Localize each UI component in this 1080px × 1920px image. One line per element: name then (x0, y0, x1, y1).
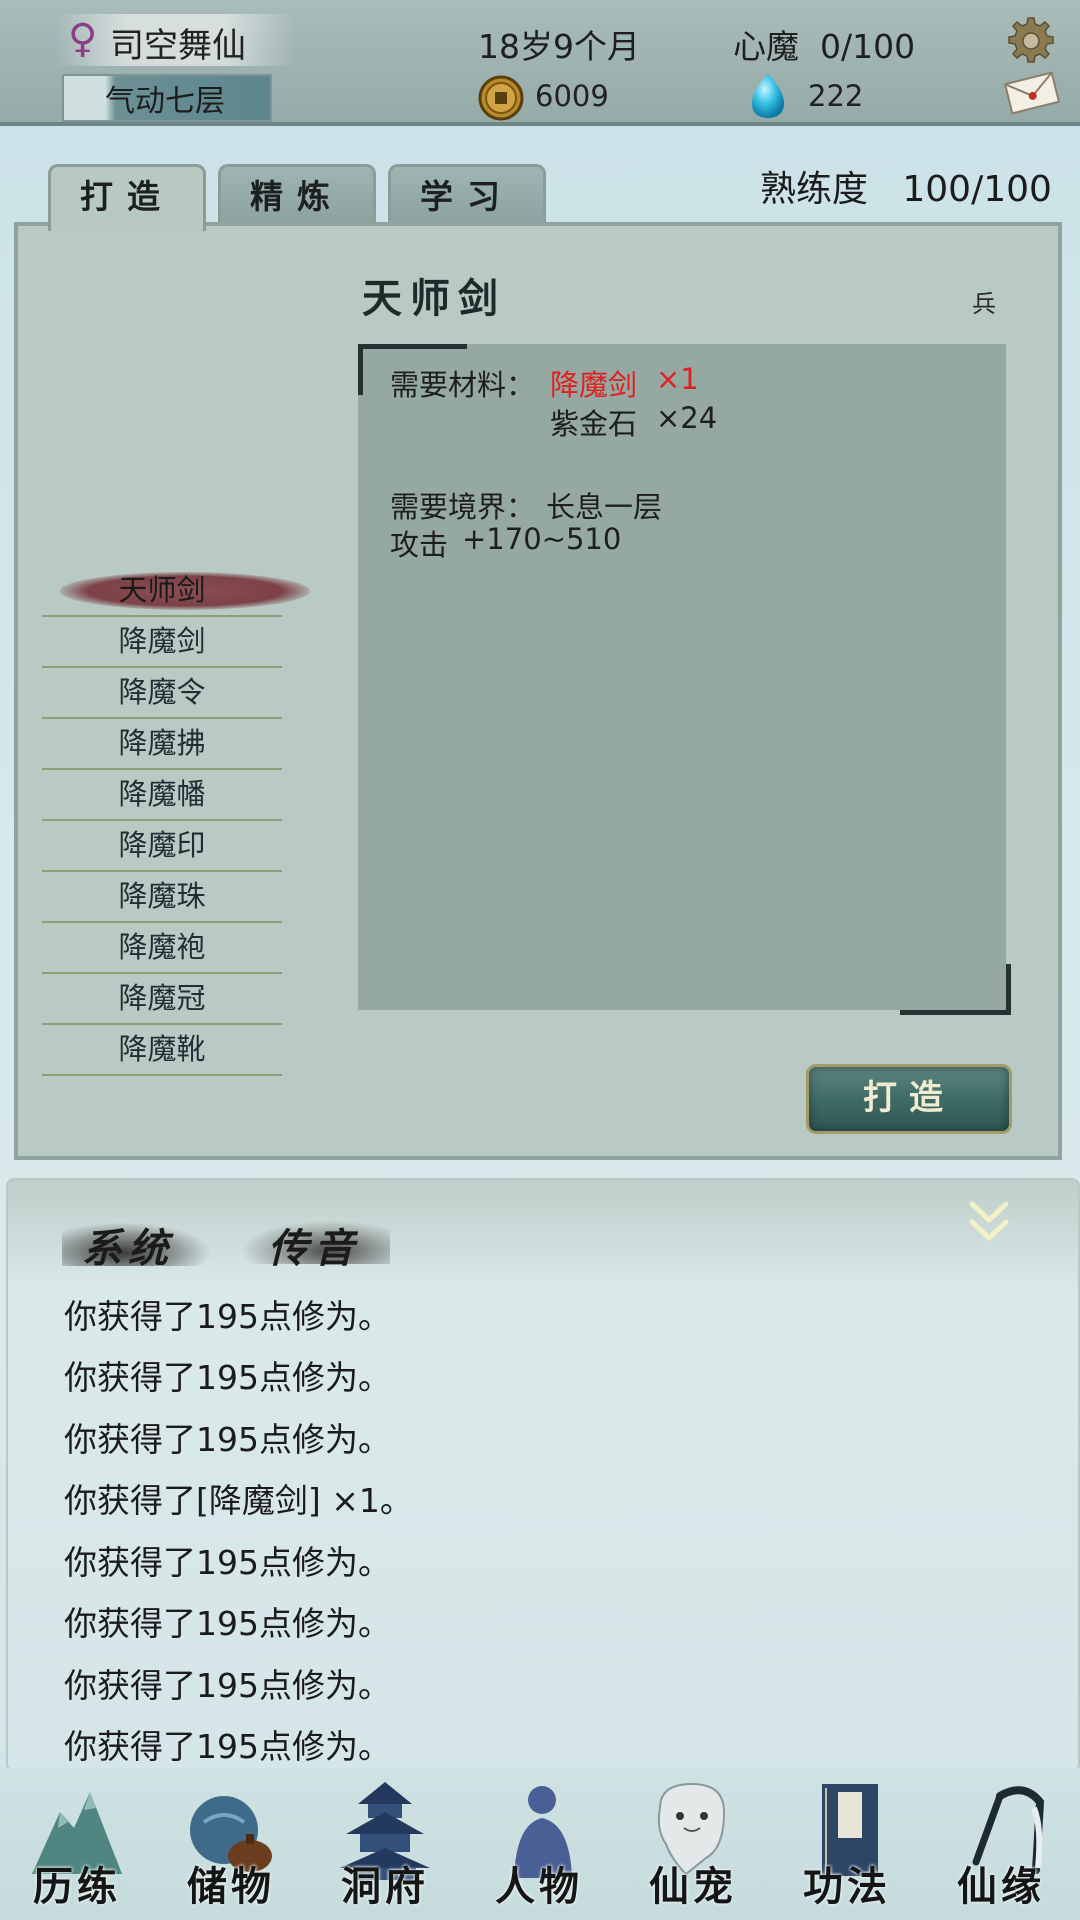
recipe-label: 降魔印 (118, 828, 206, 862)
nav-spirit-pet[interactable]: 仙宠 (616, 1768, 770, 1920)
heart-demon-label: 心魔 (733, 27, 799, 66)
nav-training[interactable]: 历练 (0, 1768, 154, 1920)
nav-label: 洞府 (341, 1863, 429, 1910)
recipe-label: 降魔珠 (118, 879, 206, 913)
detail-corner-bottom-right (900, 964, 1011, 1015)
proficiency-label: 熟练度 (760, 169, 869, 210)
spirit-stone-count: 222 (808, 79, 864, 113)
realm-requirement: 长息一层 (546, 490, 663, 524)
realm-requirement-label: 需要境界： (390, 490, 536, 524)
recipe-label: 降魔靴 (118, 1032, 206, 1066)
item-type-badge: 兵 (972, 290, 996, 318)
spirit-stone-icon (752, 74, 784, 118)
attack-label: 攻击 (390, 528, 449, 562)
chat-message: 你获得了[降魔剑] ×1。 (64, 1481, 413, 1520)
nav-label: 储物 (187, 1863, 275, 1910)
material-qty: ×24 (656, 401, 718, 435)
chat-message: 你获得了195点修为。 (64, 1420, 391, 1459)
tab-refine[interactable]: 精炼 (218, 164, 376, 227)
material-name: 紫金石 (550, 407, 638, 441)
chat-tab-whisper[interactable]: 传音 (268, 1216, 360, 1274)
gear-icon[interactable] (1006, 16, 1056, 66)
recipe-item[interactable]: 降魔剑 (42, 617, 282, 668)
material-name: 降魔剑 (550, 368, 638, 402)
chat-tab-system[interactable]: 系统 (82, 1216, 174, 1274)
nav-cave-abode[interactable]: 洞府 (308, 1768, 462, 1920)
recipe-item[interactable]: 降魔拂 (42, 719, 282, 770)
tab-learn[interactable]: 学习 (388, 164, 546, 227)
player-age: 18岁9个月 (478, 27, 640, 66)
copper-coin-icon (478, 75, 524, 121)
nav-label: 仙缘 (957, 1863, 1045, 1910)
nav-immortal-fate[interactable]: 仙缘 (924, 1768, 1078, 1920)
recipe-item[interactable]: 降魔珠 (42, 872, 282, 923)
chat-message: 你获得了195点修为。 (64, 1727, 391, 1766)
materials-label: 需要材料： (390, 368, 536, 402)
nav-character[interactable]: 人物 (462, 1768, 616, 1920)
recipe-label: 降魔袍 (118, 930, 206, 964)
nav-label: 人物 (495, 1863, 583, 1910)
material-qty: ×1 (656, 362, 699, 396)
nav-label: 历练 (33, 1863, 121, 1910)
mail-icon[interactable] (1002, 70, 1062, 116)
nav-label: 仙宠 (649, 1863, 737, 1910)
recipe-label: 天师剑 (118, 573, 206, 607)
proficiency-value: 100/100 (902, 169, 1052, 210)
coin-count: 6009 (535, 79, 609, 113)
recipe-list: 天师剑 降魔剑 降魔令 降魔拂 降魔幡 降魔印 降魔珠 降魔袍 降魔冠 降魔靴 (42, 566, 310, 1076)
chat-message: 你获得了195点修为。 (64, 1297, 391, 1336)
recipe-label: 降魔拂 (118, 726, 206, 760)
player-name[interactable]: 司空舞仙 (110, 18, 246, 67)
chat-message: 你获得了195点修为。 (64, 1666, 391, 1705)
attack-value: +170~510 (462, 522, 622, 556)
chat-message: 你获得了195点修为。 (64, 1604, 391, 1643)
recipe-label: 降魔令 (118, 675, 206, 709)
forge-button[interactable]: 打造 (806, 1064, 1012, 1134)
heart-demon-stat: 心魔 0/100 (733, 20, 915, 68)
proficiency-stat: 熟练度 100/100 (760, 160, 1052, 212)
recipe-item[interactable]: 降魔袍 (42, 923, 282, 974)
item-title: 天师剑 (362, 275, 506, 322)
chat-message: 你获得了195点修为。 (64, 1543, 391, 1582)
recipe-item[interactable]: 降魔冠 (42, 974, 282, 1025)
nav-label: 功法 (803, 1863, 891, 1910)
double-chevron-down-icon[interactable] (966, 1196, 1012, 1246)
nav-techniques[interactable]: 功法 (770, 1768, 924, 1920)
chat-message: 你获得了195点修为。 (64, 1358, 391, 1397)
nav-storage[interactable]: 储物 (154, 1768, 308, 1920)
recipe-item[interactable]: 天师剑 (42, 566, 310, 617)
recipe-label: 降魔幡 (118, 777, 206, 811)
recipe-item[interactable]: 降魔令 (42, 668, 282, 719)
tab-forge[interactable]: 打造 (48, 164, 206, 231)
recipe-label: 降魔冠 (118, 981, 206, 1015)
female-gender-icon: ♀ (68, 16, 98, 62)
heart-demon-value: 0/100 (819, 27, 916, 66)
item-detail-box (358, 344, 1006, 1010)
player-realm: 气动七层 (105, 84, 225, 119)
recipe-label: 降魔剑 (118, 624, 206, 658)
recipe-item[interactable]: 降魔印 (42, 821, 282, 872)
recipe-item[interactable]: 降魔靴 (42, 1025, 282, 1076)
recipe-item[interactable]: 降魔幡 (42, 770, 282, 821)
